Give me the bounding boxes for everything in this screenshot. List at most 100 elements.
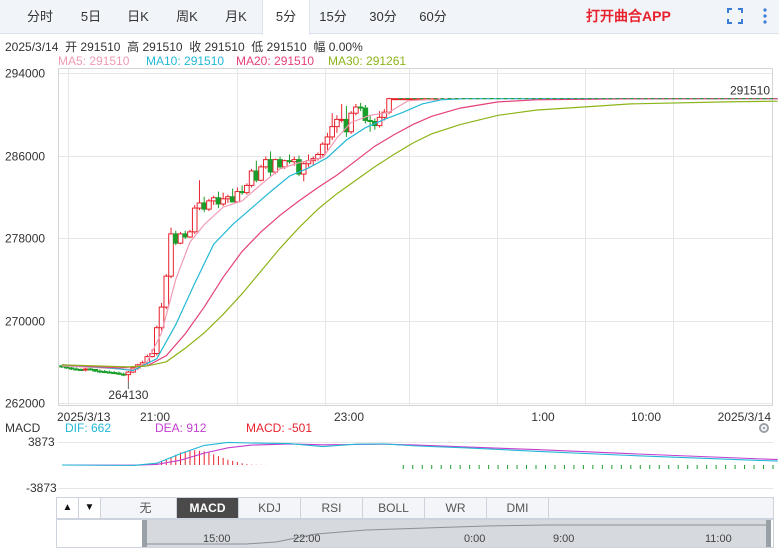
candle-body-down — [267, 159, 274, 173]
candle — [97, 369, 103, 374]
candle — [73, 367, 80, 371]
indicator-tab-boll[interactable]: BOLL — [363, 498, 425, 518]
macd-title: MACD — [5, 421, 41, 435]
candle — [101, 370, 108, 374]
candle-body-up — [225, 196, 231, 200]
y-tick-label: 262000 — [5, 397, 45, 411]
indicator-tab-rsi[interactable]: RSI — [301, 498, 363, 518]
x-tick-label: 1:00 — [531, 410, 555, 424]
navigator-sparkline — [146, 524, 766, 545]
navigator-right-handle[interactable] — [766, 520, 771, 547]
indicator-tab-none[interactable]: 无 — [115, 498, 177, 518]
candle-body-up — [210, 197, 217, 202]
candle-body-up — [263, 159, 269, 168]
candle — [367, 115, 373, 132]
candle-body-down — [106, 371, 113, 374]
candle — [210, 195, 217, 205]
candle — [286, 154, 293, 164]
candle — [172, 230, 179, 246]
indicator-tab-dmi[interactable]: DMI — [487, 498, 549, 518]
macd-y-tick-label: 3873 — [28, 435, 55, 449]
candle-body-up — [196, 202, 203, 209]
candle-body-down — [201, 202, 207, 210]
candle — [234, 187, 241, 203]
settings-icon-dot — [762, 426, 766, 430]
candle — [154, 325, 160, 356]
indicator-tab-macd[interactable]: MACD — [177, 498, 239, 518]
candle-body-up — [163, 275, 170, 308]
y-tick-label: 278000 — [5, 232, 45, 246]
candle-body-up — [187, 231, 193, 238]
candle-body-up — [386, 98, 392, 113]
candle-body-up — [234, 191, 241, 203]
candle — [343, 106, 350, 137]
candle-body-down — [215, 197, 222, 205]
candle-body-up — [244, 184, 250, 194]
candle — [125, 371, 132, 382]
dea-line — [61, 443, 778, 466]
candle-body-down — [239, 191, 245, 194]
last-price-label: 291510 — [730, 84, 770, 98]
navigator-label-2: 22:00 — [293, 533, 321, 545]
candle — [248, 168, 255, 188]
candle-body-up — [177, 233, 184, 244]
candle — [111, 371, 117, 375]
macd-value-label: MACD: -501 — [246, 421, 312, 435]
candle-body-up — [272, 159, 279, 173]
candle — [239, 185, 245, 195]
candle-body-up — [391, 98, 397, 101]
candle — [244, 183, 250, 195]
candle — [187, 229, 193, 238]
settings-icon[interactable] — [759, 423, 769, 433]
candle-body-down — [172, 233, 179, 244]
candle-body-up — [338, 118, 345, 121]
candle-body-down — [92, 368, 98, 372]
candle-body-up — [220, 198, 226, 205]
candle-body-down — [68, 367, 75, 370]
navigator-label-1: 15:00 — [203, 533, 231, 545]
candle-body-down — [63, 366, 70, 369]
candle-body-down — [286, 160, 293, 163]
candle — [258, 164, 264, 182]
range-navigator[interactable]: 15:00 22:00 0:00 9:00 11:00 — [56, 519, 774, 548]
kline-chart: 2940002860002780002700002620002025/3/13 2… — [5, 67, 778, 495]
indicator-tab-bar: ▲ ▼ 无 MACD KDJ RSI BOLL WR DMI — [56, 497, 774, 519]
candle-body-down — [277, 159, 283, 168]
candle — [163, 274, 170, 310]
candle-body-down — [111, 372, 117, 375]
candle — [362, 104, 369, 124]
indicator-tab-wr[interactable]: WR — [425, 498, 487, 518]
candle-body-up — [291, 159, 298, 163]
candle — [201, 196, 207, 213]
scroll-down-button[interactable]: ▼ — [79, 498, 101, 518]
y-tick-label: 286000 — [5, 150, 45, 164]
candle-body-down — [367, 119, 373, 122]
candle-body-down — [101, 371, 108, 374]
candle — [277, 156, 283, 169]
candle — [300, 161, 307, 182]
candle-body-up — [248, 170, 255, 186]
candle-body-up — [353, 106, 359, 114]
navigator-label-4: 9:00 — [553, 533, 575, 545]
candle-body-down — [78, 368, 84, 371]
candle — [263, 156, 269, 169]
navigator-label-3: 0:00 — [464, 533, 486, 545]
candle-body-up — [125, 371, 132, 376]
candle — [253, 160, 260, 183]
candle — [92, 368, 98, 373]
scroll-up-button[interactable]: ▲ — [57, 498, 79, 518]
macd-y-tick-label: -3873 — [26, 481, 57, 495]
low-marker-label: 264130 — [108, 388, 148, 402]
candle — [229, 188, 236, 203]
candle — [116, 371, 122, 376]
candle — [168, 227, 174, 279]
candle — [215, 191, 222, 209]
candle — [196, 180, 203, 211]
candle-body-up — [329, 126, 335, 138]
indicator-tab-kdj[interactable]: KDJ — [239, 498, 301, 518]
macd-dif-label: DIF: 662 — [65, 421, 111, 435]
candle-body-up — [324, 136, 331, 145]
candle — [391, 98, 397, 101]
candle-body-down — [73, 368, 80, 371]
candle — [267, 151, 274, 178]
